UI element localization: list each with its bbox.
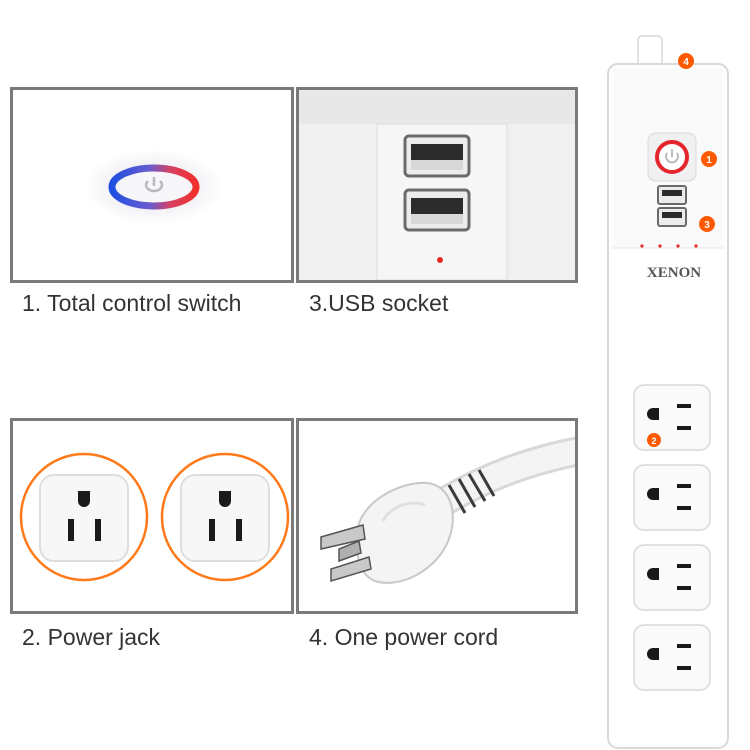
caption-total-control-switch: 1. Total control switch	[22, 290, 242, 316]
power-strip-product: XENON 4 1 3 2	[604, 0, 744, 750]
callout-badge-outlet: 2	[647, 433, 661, 447]
usb-port-icon	[403, 188, 471, 232]
svg-text:3: 3	[704, 220, 710, 231]
power-switch-icon[interactable]	[108, 164, 200, 210]
indicator-light-icon	[437, 257, 443, 263]
usb-closeup-panel	[296, 87, 578, 283]
caption-power-jack: 2. Power jack	[22, 624, 161, 650]
usb-port-icon	[403, 134, 471, 178]
caption-usb-socket: 3.USB socket	[309, 290, 449, 316]
power-jack-closeup-panel	[10, 418, 294, 614]
power-cord-closeup-panel	[296, 418, 578, 614]
caption-power-cord: 4. One power cord	[309, 624, 499, 650]
outlet-icon	[19, 452, 149, 582]
svg-text:1: 1	[706, 155, 712, 166]
callout-badge-switch: 1	[701, 151, 717, 167]
strip-usb-port-icon	[657, 185, 687, 205]
svg-text:4: 4	[683, 57, 689, 68]
strip-outlet-icon	[633, 464, 711, 531]
strip-outlet-icon	[633, 384, 711, 451]
strip-power-switch-icon[interactable]	[647, 132, 697, 182]
brand-logo: XENON	[647, 265, 701, 281]
callout-badge-cord: 4	[678, 53, 694, 69]
strip-usb-port-icon	[657, 207, 687, 227]
switch-closeup-panel	[10, 87, 294, 283]
strip-outlet-icon	[633, 624, 711, 691]
svg-text:2: 2	[651, 436, 656, 446]
strip-outlet-icon	[633, 544, 711, 611]
power-plug-icon	[320, 436, 575, 584]
callout-badge-usb: 3	[699, 216, 715, 232]
outlet-icon	[160, 452, 290, 582]
